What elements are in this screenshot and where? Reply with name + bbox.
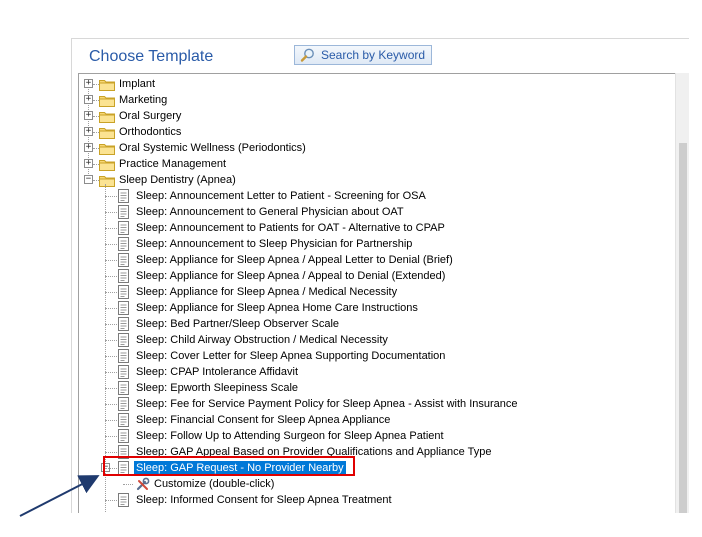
template-item[interactable]: Sleep: Epworth Sleepiness Scale (136, 381, 298, 395)
tree-connector (105, 404, 117, 405)
search-by-keyword-button[interactable]: Search by Keyword (294, 45, 433, 65)
folder-label[interactable]: Practice Management (119, 157, 226, 171)
document-icon (118, 189, 129, 203)
search-by-keyword-label: Search by Keyword (321, 48, 426, 62)
folder-icon (99, 158, 115, 171)
template-item[interactable]: Sleep: Cover Letter for Sleep Apnea Supp… (136, 349, 445, 363)
template-item[interactable]: Sleep: Fee for Service Payment Policy fo… (136, 397, 518, 411)
highlight-annotation-box (103, 456, 355, 476)
template-item[interactable]: Sleep: Appliance for Sleep Apnea / Medic… (136, 285, 397, 299)
page-title: Choose Template (89, 48, 214, 65)
document-icon (118, 493, 129, 507)
folder-icon (99, 142, 115, 155)
tree-connector (105, 292, 117, 293)
document-icon (118, 205, 129, 219)
tree-connector (105, 388, 117, 389)
expand-toggle-icon[interactable]: + (84, 127, 93, 136)
tree-connector (105, 260, 117, 261)
tree-connector (105, 228, 117, 229)
document-icon (118, 413, 129, 427)
choose-template-panel: Choose Template Search by Keyword + Impla… (71, 38, 689, 513)
folder-icon (99, 126, 115, 139)
document-icon (118, 365, 129, 379)
template-item[interactable]: Sleep: Appliance for Sleep Apnea Home Ca… (136, 301, 418, 315)
template-item[interactable]: Sleep: Bed Partner/Sleep Observer Scale (136, 317, 339, 331)
folder-label[interactable]: Marketing (119, 93, 167, 107)
tree-connector (105, 420, 117, 421)
tree-connector (123, 484, 133, 485)
template-tree[interactable]: + Implant + Marketing + Oral Surgery + Orthodon… (78, 73, 677, 513)
tree-connector (105, 324, 117, 325)
template-item[interactable]: Sleep: Appliance for Sleep Apnea / Appea… (136, 253, 453, 267)
tree-connector (105, 452, 117, 453)
document-icon (118, 397, 129, 411)
document-icon (118, 317, 129, 331)
document-icon (118, 429, 129, 443)
document-icon (118, 381, 129, 395)
template-item[interactable]: Sleep: Follow Up to Attending Surgeon fo… (136, 429, 444, 443)
template-item[interactable]: Sleep: Announcement to Patients for OAT … (136, 221, 445, 235)
expand-toggle-icon[interactable]: − (84, 175, 93, 184)
folder-label[interactable]: Oral Surgery (119, 109, 181, 123)
folder-icon (99, 94, 115, 107)
magnifier-icon (300, 48, 314, 62)
folder-label[interactable]: Oral Systemic Wellness (Periodontics) (119, 141, 306, 155)
template-item[interactable]: Sleep: Financial Consent for Sleep Apnea… (136, 413, 390, 427)
tree-connector (105, 372, 117, 373)
folder-icon (99, 78, 115, 91)
document-icon (118, 269, 129, 283)
template-item[interactable]: Sleep: Informed Consent for Sleep Apnea … (136, 493, 392, 507)
tree-connector (105, 276, 117, 277)
tree-connector (105, 244, 117, 245)
folder-icon (99, 110, 115, 123)
document-icon (118, 301, 129, 315)
tree-connector (105, 436, 117, 437)
tree-connector (105, 308, 117, 309)
folder-label[interactable]: Orthodontics (119, 125, 181, 139)
folder-label[interactable]: Sleep Dentistry (Apnea) (119, 173, 236, 187)
document-icon (118, 221, 129, 235)
tree-connector (105, 212, 117, 213)
tree-connector (105, 340, 117, 341)
document-icon (118, 349, 129, 363)
tree-connector (105, 500, 117, 501)
template-item[interactable]: Sleep: Announcement to General Physician… (136, 205, 404, 219)
expand-toggle-icon[interactable]: + (84, 159, 93, 168)
vertical-scrollbar[interactable] (675, 73, 689, 513)
scrollbar-thumb[interactable] (679, 143, 687, 513)
tree-connector (105, 356, 117, 357)
document-icon (118, 333, 129, 347)
template-item[interactable]: Sleep: Announcement to Sleep Physician f… (136, 237, 412, 251)
customize-item-label[interactable]: Customize (double-click) (154, 477, 274, 491)
document-icon (118, 237, 129, 251)
expand-toggle-icon[interactable]: + (84, 111, 93, 120)
expand-toggle-icon[interactable]: + (84, 95, 93, 104)
folder-label[interactable]: Implant (119, 77, 155, 91)
template-item[interactable]: Sleep: CPAP Intolerance Affidavit (136, 365, 298, 379)
document-icon (118, 253, 129, 267)
folder-icon (99, 174, 115, 187)
template-item[interactable]: Sleep: Child Airway Obstruction / Medica… (136, 333, 388, 347)
tree-connector (105, 196, 117, 197)
expand-toggle-icon[interactable]: + (84, 79, 93, 88)
document-icon (118, 285, 129, 299)
customize-wrench-icon (136, 477, 150, 491)
template-item[interactable]: Sleep: Announcement Letter to Patient - … (136, 189, 426, 203)
template-item[interactable]: Sleep: Appliance for Sleep Apnea / Appea… (136, 269, 445, 283)
expand-toggle-icon[interactable]: + (84, 143, 93, 152)
